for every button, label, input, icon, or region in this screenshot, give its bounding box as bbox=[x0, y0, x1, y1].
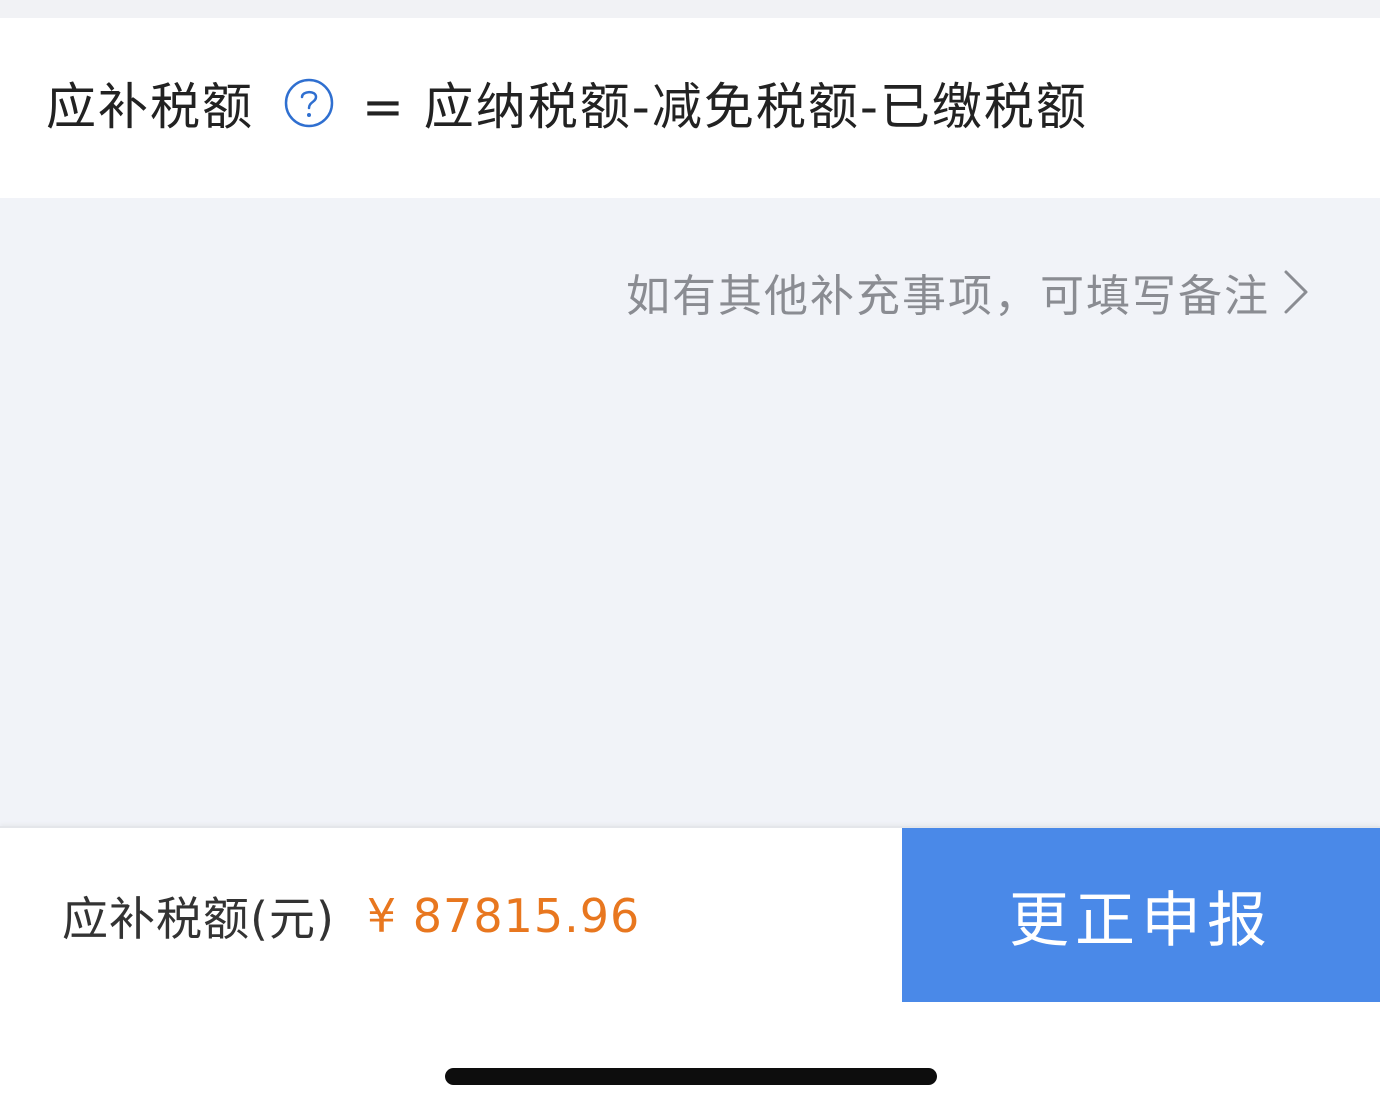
top-divider bbox=[0, 0, 1380, 18]
formula-label: 应补税额 bbox=[46, 78, 254, 136]
remark-link[interactable]: 如有其他补充事项，可填写备注 bbox=[626, 260, 1310, 324]
tax-correction-page: 应补税额 = 应纳税额-减免税额-已缴税额 如有其他补充事项，可填写备注 应补税… bbox=[0, 0, 1380, 1110]
tax-due-amount: ¥ 87815.96 bbox=[366, 889, 641, 943]
content-area: 如有其他补充事项，可填写备注 bbox=[0, 198, 1380, 824]
formula-row: 应补税额 = 应纳税额-减免税额-已缴税额 bbox=[0, 18, 1380, 198]
correct-declaration-button[interactable]: 更正申报 bbox=[902, 828, 1380, 1002]
question-circle-icon[interactable] bbox=[284, 78, 334, 128]
home-indicator[interactable] bbox=[445, 1068, 937, 1085]
tax-due-label: 应补税额(元) bbox=[62, 892, 335, 946]
remark-text: 如有其他补充事项，可填写备注 bbox=[626, 271, 1270, 322]
tax-summary: 应补税额(元) ¥ 87815.96 bbox=[62, 828, 640, 1004]
chevron-right-icon bbox=[1284, 270, 1308, 314]
home-indicator-area bbox=[0, 1004, 1380, 1110]
formula-expression: = 应纳税额-减免税额-已缴税额 bbox=[362, 78, 1088, 136]
bottom-bar: 应补税额(元) ¥ 87815.96 更正申报 bbox=[0, 826, 1380, 1004]
